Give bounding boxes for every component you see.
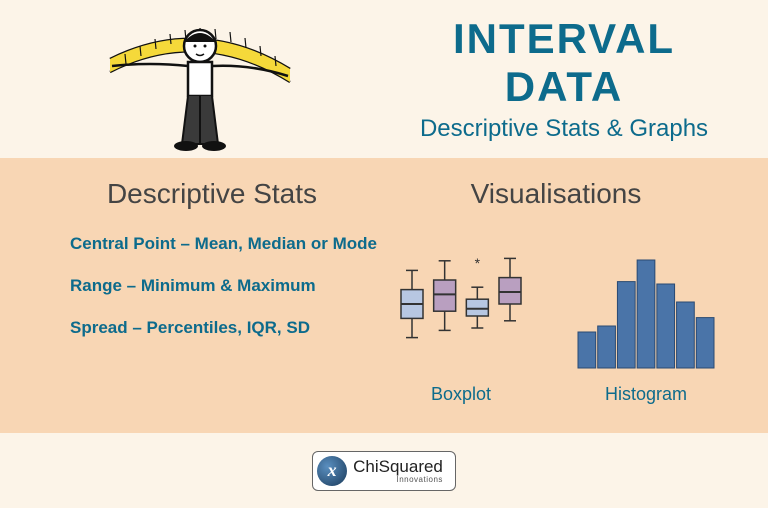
brand-glyph-text: x [328,460,337,481]
page-title: INTERVAL DATA [400,15,728,111]
svg-text:*: * [475,255,481,271]
stats-section-title: Descriptive Stats [107,178,317,210]
brand-sub: Innovations [353,476,443,484]
person-ruler-illustration [100,4,400,154]
boxplot-label: Boxplot [431,384,491,405]
visualisations-column: Visualisations * Boxplot Histogram [384,178,728,423]
footer: x ChiSquared Innovations [0,433,768,508]
viz-section-title: Visualisations [471,178,642,210]
stats-item: Range – Minimum & Maximum [70,276,377,296]
boxplot-item: * Boxplot [391,234,531,405]
page-subtitle: Descriptive Stats & Graphs [400,115,728,143]
header-row: INTERVAL DATA Descriptive Stats & Graphs [0,0,768,158]
content-band: Descriptive Stats Central Point – Mean, … [0,158,768,433]
stats-list: Central Point – Mean, Median or Mode Ran… [70,234,377,360]
brand-main: ChiSquared [353,457,443,476]
histogram-item: Histogram [571,254,721,405]
brand-logo: x ChiSquared Innovations [312,451,456,491]
histogram-label: Histogram [605,384,687,405]
boxplot-icon: * [391,234,531,374]
descriptive-stats-column: Descriptive Stats Central Point – Mean, … [40,178,384,423]
brand-glyph-icon: x [317,456,347,486]
brand-text: ChiSquared Innovations [353,458,443,484]
stats-item: Spread – Percentiles, IQR, SD [70,318,377,338]
title-block: INTERVAL DATA Descriptive Stats & Graphs [400,15,768,143]
stats-item: Central Point – Mean, Median or Mode [70,234,377,254]
viz-row: * Boxplot Histogram [391,234,721,405]
histogram-icon [571,254,721,374]
